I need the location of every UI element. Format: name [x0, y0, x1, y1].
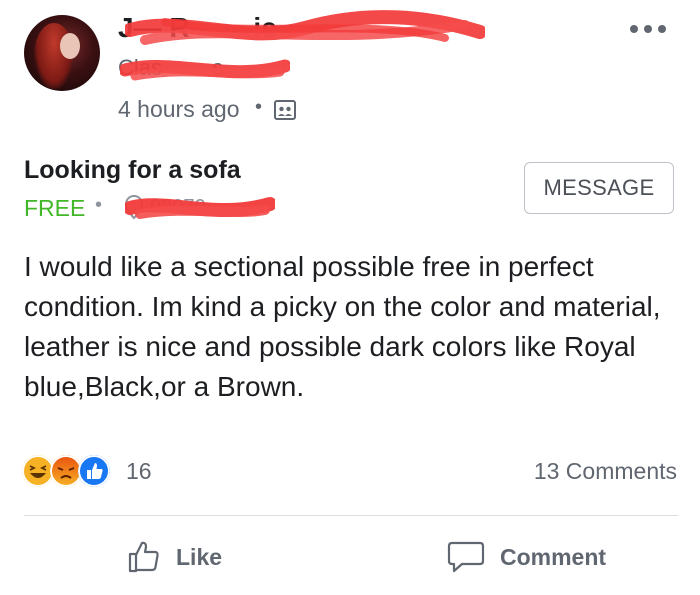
reaction-count[interactable]: 16 — [126, 458, 152, 485]
like-label: Like — [176, 543, 223, 570]
redaction-scribble — [125, 10, 485, 45]
comment-button[interactable]: Comment — [446, 535, 606, 579]
more-options-icon[interactable] — [628, 22, 668, 36]
divider — [24, 515, 678, 516]
comment-count[interactable]: 13 Comments — [519, 458, 677, 485]
separator-dot: • — [95, 194, 103, 216]
listing-price: FREE — [24, 195, 86, 221]
comment-label: Comment — [500, 543, 607, 570]
comment-bubble-icon — [447, 541, 485, 573]
like-button[interactable]: Like — [126, 535, 222, 579]
redaction-scribble — [120, 59, 290, 81]
redaction-scribble — [125, 197, 275, 219]
avatar-face — [60, 33, 80, 59]
author-avatar[interactable] — [24, 15, 100, 91]
thumbs-up-icon — [128, 541, 159, 573]
group-privacy-icon — [274, 100, 296, 120]
message-button[interactable]: MESSAGE — [524, 162, 674, 214]
listing-description: I would like a sectional possible free i… — [24, 251, 661, 402]
separator-dot: • — [255, 96, 263, 118]
like-reaction-icon — [78, 455, 110, 487]
post-timestamp[interactable]: 4 hours ago — [118, 96, 239, 123]
listing-title: Looking for a sofa — [24, 156, 241, 184]
